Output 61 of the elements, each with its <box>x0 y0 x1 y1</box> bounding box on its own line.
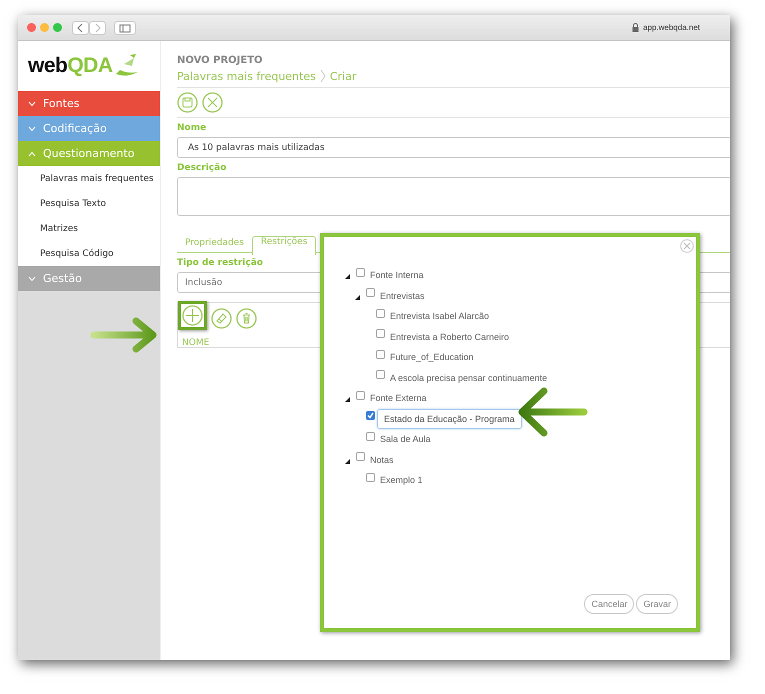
tree-item[interactable]: Fonte Externa <box>370 391 427 406</box>
chevron-icon <box>28 126 36 132</box>
checkbox[interactable] <box>376 350 385 359</box>
field-label: Tipo de restrição <box>177 258 264 268</box>
project-title: NOVO PROJETO <box>177 55 264 66</box>
delete-button[interactable] <box>236 308 257 329</box>
sidebar-item[interactable]: Matrizes <box>18 216 160 241</box>
tree-item[interactable]: Notas <box>370 452 394 467</box>
address-bar[interactable]: app.webqda.net <box>643 23 700 32</box>
name-field[interactable]: As 10 palavras mais utilizadas <box>177 137 730 158</box>
checkbox[interactable] <box>376 370 385 380</box>
zoom-window-button[interactable] <box>53 23 62 32</box>
close-window-button[interactable] <box>27 23 36 32</box>
forward-icon[interactable] <box>89 20 106 34</box>
checkbox[interactable] <box>376 308 385 318</box>
tree-item[interactable]: Entrevista Isabel Alarcão <box>390 309 490 324</box>
tree-item[interactable]: Entrevistas <box>380 288 425 303</box>
tree-item[interactable]: Exemplo 1 <box>380 473 423 488</box>
checkbox[interactable] <box>356 452 365 462</box>
tree-item[interactable]: Entrevista a Roberto Carneiro <box>390 330 510 344</box>
checkbox[interactable] <box>356 268 365 277</box>
sidebar-toggle-icon[interactable] <box>114 20 136 34</box>
checkbox[interactable] <box>366 472 375 482</box>
sidebar-item[interactable]: Pesquisa Código <box>18 241 160 266</box>
chevron-icon <box>28 276 36 282</box>
logo: webQDA <box>18 41 160 91</box>
eraser-button[interactable] <box>211 308 232 329</box>
checkbox[interactable] <box>366 288 375 298</box>
lock-icon <box>632 23 640 32</box>
tree-item[interactable]: Sala de Aula <box>380 432 431 446</box>
sidebar-section[interactable]: Fontes <box>18 91 160 116</box>
close-icon[interactable] <box>680 239 694 253</box>
checkbox[interactable] <box>366 432 375 441</box>
column-header: NOME <box>182 338 210 348</box>
tree-item[interactable]: Future_of_Education <box>390 350 474 364</box>
checkbox[interactable] <box>356 390 365 400</box>
tree-item[interactable]: Fonte Interna <box>370 268 424 282</box>
chevron-icon <box>320 69 326 83</box>
save-button[interactable] <box>177 92 198 113</box>
sidebar-item[interactable]: Palavras mais frequentes <box>18 166 160 191</box>
back-icon[interactable] <box>72 20 89 34</box>
close-button[interactable] <box>202 92 223 113</box>
minimize-window-button[interactable] <box>40 23 49 32</box>
sidebar-item[interactable]: Pesquisa Texto <box>18 191 160 216</box>
chevron-icon <box>28 100 36 106</box>
checkbox[interactable] <box>366 411 375 420</box>
chevron-icon <box>28 150 36 156</box>
add-button[interactable] <box>182 305 203 326</box>
dialog-button[interactable]: Gravar <box>636 594 678 614</box>
tree-item[interactable]: A escola precisa pensar continuamente <box>390 370 548 385</box>
field-label: Nome <box>177 123 208 133</box>
expand-triangle-icon[interactable] <box>345 458 350 464</box>
tree-item[interactable]: Estado da Educação - Programa <box>377 408 522 429</box>
expand-triangle-icon[interactable] <box>345 274 350 280</box>
field-label: Descrição <box>177 163 228 173</box>
expand-triangle-icon[interactable] <box>345 397 350 402</box>
checkbox[interactable] <box>376 329 385 338</box>
dialog-button[interactable]: Cancelar <box>584 594 634 614</box>
description-field[interactable] <box>177 177 730 216</box>
arrow-icon <box>516 387 588 437</box>
expand-triangle-icon[interactable] <box>355 294 360 300</box>
